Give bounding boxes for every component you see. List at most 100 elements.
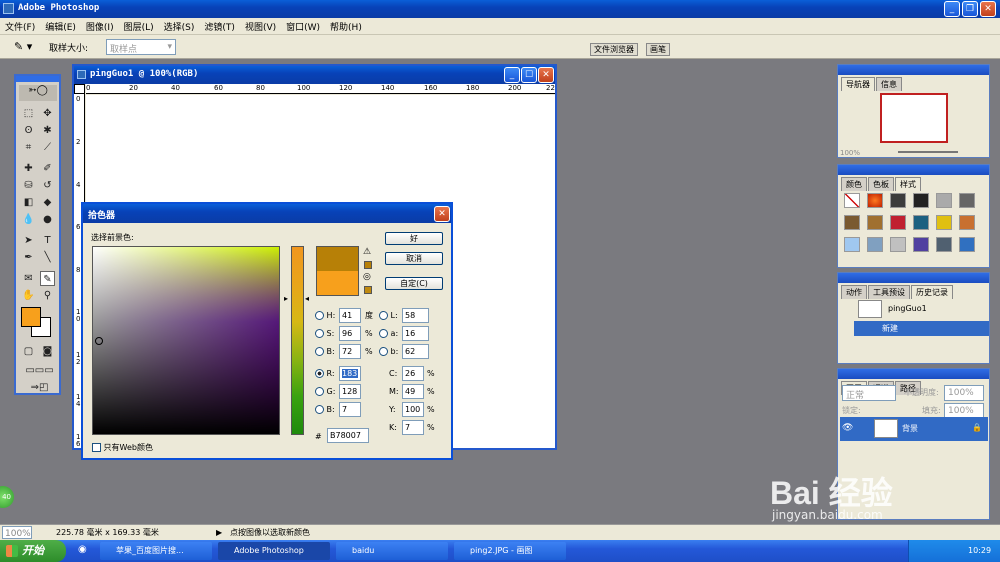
l-input[interactable]: 58: [402, 308, 429, 323]
picker-close-button[interactable]: ✕: [434, 206, 450, 222]
restore-button[interactable]: ❐: [962, 1, 978, 17]
hue-slider[interactable]: [291, 246, 304, 435]
radio-l[interactable]: [379, 311, 388, 320]
status-zoom[interactable]: 100%: [2, 526, 32, 539]
zoom-tool-icon[interactable]: ⚲: [40, 288, 55, 303]
magic-wand-icon[interactable]: ✱: [40, 123, 55, 138]
menu-layer[interactable]: 图层(L): [119, 18, 159, 35]
status-arrow-icon[interactable]: ▶: [216, 525, 222, 540]
floating-badge[interactable]: 40: [0, 486, 14, 508]
c-input[interactable]: 26: [402, 366, 424, 381]
foreground-color-swatch[interactable]: [21, 307, 41, 327]
color-field-cursor[interactable]: [95, 337, 103, 345]
marquee-tool-icon[interactable]: ⬚: [21, 106, 36, 121]
b-input[interactable]: 72: [339, 344, 361, 359]
web-safe-warning-icon[interactable]: ◎: [363, 272, 371, 282]
y-input[interactable]: 100: [402, 402, 424, 417]
layer-name[interactable]: 背景: [902, 423, 918, 434]
status-doc-size[interactable]: 225.78 毫米 x 169.33 毫米: [56, 525, 159, 540]
slice-tool-icon[interactable]: ⟋: [40, 140, 55, 155]
old-color-preview[interactable]: [316, 271, 359, 296]
tab-history[interactable]: 历史记录: [911, 285, 953, 299]
style-swatch[interactable]: [959, 237, 975, 252]
radio-a[interactable]: [379, 329, 388, 338]
taskbar-item-photoshop[interactable]: Adobe Photoshop: [218, 542, 330, 560]
tab-info[interactable]: 信息: [876, 77, 902, 91]
hue-slider-right-arrow-icon[interactable]: ◂: [305, 294, 309, 303]
standard-mode-icon[interactable]: ▢: [21, 344, 36, 359]
lab-b-input[interactable]: 62: [402, 344, 429, 359]
crop-tool-icon[interactable]: ⌗: [21, 140, 36, 155]
brush-tool-icon[interactable]: ✐: [40, 161, 55, 176]
blur-tool-icon[interactable]: 💧: [21, 212, 36, 227]
h-input[interactable]: 41: [339, 308, 361, 323]
blend-mode-select[interactable]: 正常: [842, 385, 896, 401]
history-snapshot-thumb[interactable]: [858, 300, 882, 318]
doc-close-button[interactable]: ✕: [538, 67, 554, 83]
menu-window[interactable]: 窗口(W): [281, 18, 325, 35]
menu-select[interactable]: 选择(S): [159, 18, 200, 35]
style-swatch[interactable]: [890, 193, 906, 208]
style-swatch[interactable]: [913, 215, 929, 230]
radio-s[interactable]: [315, 329, 324, 338]
doc-maximize-button[interactable]: ☐: [521, 67, 537, 83]
dodge-tool-icon[interactable]: ●: [40, 212, 55, 227]
style-swatch[interactable]: [867, 193, 883, 208]
menu-help[interactable]: 帮助(H): [325, 18, 367, 35]
opacity-input[interactable]: 100%: [944, 385, 984, 401]
gamut-color-chip[interactable]: [364, 261, 372, 269]
k-input[interactable]: 7: [402, 420, 424, 435]
bucket-tool-icon[interactable]: ◆: [40, 195, 55, 210]
eyedropper-tool-icon[interactable]: ✎: [40, 271, 55, 286]
heal-tool-icon[interactable]: ✚: [21, 161, 36, 176]
style-swatch[interactable]: [913, 237, 929, 252]
tab-brushes[interactable]: 画笔: [646, 43, 670, 56]
cancel-button[interactable]: 取消: [385, 252, 443, 265]
style-swatch[interactable]: [844, 237, 860, 252]
taskbar-item-folder[interactable]: baidu: [336, 542, 448, 560]
web-safe-color-chip[interactable]: [364, 286, 372, 294]
menu-image[interactable]: 图像(I): [81, 18, 119, 35]
radio-blue[interactable]: [315, 405, 324, 414]
jump-to-imageready-icon[interactable]: ⇒◰: [21, 380, 58, 395]
tab-actions[interactable]: 动作: [841, 285, 867, 299]
radio-r[interactable]: [315, 369, 324, 378]
navigator-thumbnail[interactable]: [880, 93, 948, 143]
ok-button[interactable]: 好: [385, 232, 443, 245]
s-input[interactable]: 96: [339, 326, 361, 341]
eyedropper-icon[interactable]: ✎ ▾: [14, 40, 32, 53]
tab-file-browser[interactable]: 文件浏览器: [590, 43, 638, 56]
custom-button[interactable]: 自定(C): [385, 277, 443, 290]
style-swatch[interactable]: [959, 193, 975, 208]
radio-g[interactable]: [315, 387, 324, 396]
tab-tool-presets[interactable]: 工具预设: [868, 285, 910, 299]
style-swatch[interactable]: [890, 215, 906, 230]
menu-edit[interactable]: 编辑(E): [40, 18, 81, 35]
radio-b[interactable]: [315, 347, 324, 356]
notes-tool-icon[interactable]: ✉: [21, 271, 36, 286]
pen-tool-icon[interactable]: ✒: [21, 250, 36, 265]
taskbar-item-paint[interactable]: ping2.JPG - 画图: [454, 542, 566, 560]
a-input[interactable]: 16: [402, 326, 429, 341]
g-input[interactable]: 128: [339, 384, 361, 399]
tab-navigator[interactable]: 导航器: [841, 77, 875, 91]
navigator-zoom[interactable]: 100%: [840, 149, 860, 157]
blue-input[interactable]: 7: [339, 402, 361, 417]
layer-visibility-eye-icon[interactable]: 👁: [842, 423, 853, 433]
style-swatch[interactable]: [867, 237, 883, 252]
minimize-button[interactable]: _: [944, 1, 960, 17]
doc-minimize-button[interactable]: _: [504, 67, 520, 83]
style-swatch[interactable]: [890, 237, 906, 252]
radio-lab-b[interactable]: [379, 347, 388, 356]
tab-swatches[interactable]: 色板: [868, 177, 894, 191]
web-only-checkbox[interactable]: [92, 443, 101, 452]
style-swatch[interactable]: [936, 215, 952, 230]
hue-slider-left-arrow-icon[interactable]: ▸: [284, 294, 288, 303]
tray-clock[interactable]: 10:29: [968, 546, 991, 555]
screen-mode-icon[interactable]: ▭▭▭: [21, 363, 58, 378]
taskbar-item-browser[interactable]: 苹果_百度图片搜...: [100, 542, 212, 560]
style-swatch[interactable]: [913, 193, 929, 208]
menu-file[interactable]: 文件(F): [0, 18, 40, 35]
style-swatch[interactable]: [936, 237, 952, 252]
hand-tool-icon[interactable]: ✋: [21, 288, 36, 303]
